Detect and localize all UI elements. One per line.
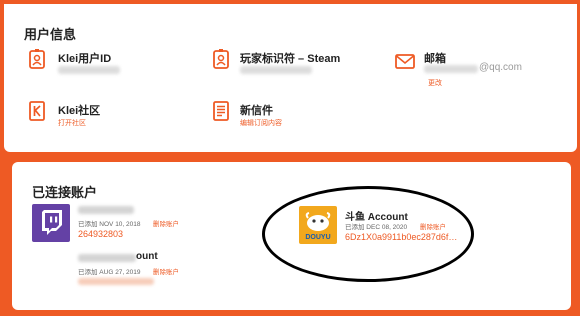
- email-label: 邮箱: [424, 53, 446, 65]
- email-domain: @qq.com: [479, 62, 522, 73]
- steam-id-label: 玩家标识符 – Steam: [240, 53, 341, 65]
- newsletter-icon: [213, 101, 229, 121]
- id-badge-icon: [213, 49, 229, 69]
- klei-forum-label: Klei社区: [58, 105, 101, 117]
- klei-id-label: Klei用户ID: [58, 53, 112, 65]
- user-info-title: 用户信息: [24, 27, 77, 42]
- klei-id-value-redacted: [58, 66, 120, 74]
- change-email-link[interactable]: 更改: [428, 78, 442, 88]
- google-unlink-link[interactable]: 删除账户: [153, 266, 179, 276]
- google-added-date: 已添加 AUG 27, 2019: [78, 269, 141, 276]
- twitch-added-date: 已添加 NOV 10, 2018: [78, 221, 141, 228]
- google-account-id-redacted: [78, 278, 154, 285]
- highlight-ellipse: [262, 186, 474, 282]
- newsletter-label: 新信件: [240, 105, 273, 117]
- id-badge-icon: [29, 49, 45, 69]
- twitch-account-id: 264932803: [78, 229, 124, 239]
- connected-accounts-title: 已连接账户: [32, 185, 98, 200]
- email-local-part-redacted: [424, 65, 478, 73]
- edit-subscription-link[interactable]: 编辑订阅内容: [240, 118, 282, 128]
- twitch-icon: [32, 204, 70, 242]
- open-forum-link[interactable]: 打开社区: [58, 118, 86, 128]
- google-account-name-redacted: [78, 254, 136, 262]
- user-info-card: 用户信息 Klei用户ID 玩家标识符 – Steam 邮箱 @qq.com 更…: [4, 4, 577, 152]
- twitch-unlink-link[interactable]: 删除账户: [153, 218, 179, 228]
- google-account-name-suffix: ount: [136, 251, 158, 262]
- steam-id-value-redacted: [240, 66, 312, 74]
- twitch-account-name-redacted: [78, 206, 134, 214]
- mail-icon: [395, 54, 415, 69]
- klei-forum-icon: [29, 101, 45, 121]
